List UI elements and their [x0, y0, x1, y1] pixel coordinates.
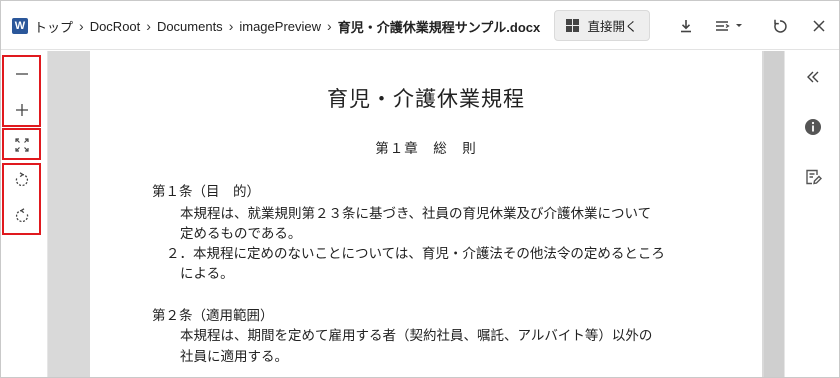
breadcrumb: トップ › DocRoot › Documents › imagePreview…: [34, 16, 540, 36]
menu-dropdown-icon[interactable]: [711, 14, 747, 38]
breadcrumb-separator-icon: ›: [79, 18, 84, 34]
document-line: 第１条（目 的）: [152, 184, 260, 200]
breadcrumb-item-documents[interactable]: Documents: [157, 19, 223, 34]
document-title: 育児・介護休業規程: [327, 87, 525, 111]
info-icon[interactable]: [802, 116, 824, 138]
document-page: 育児・介護休業規程 第１章 総 則 第１条（目 的） 本規程は、就業規則第２３条…: [90, 51, 762, 377]
document-line: 本規程は、就業規則第２３条に基づき、社員の育児休業及び介護休業について: [180, 206, 652, 222]
document-line: 本規程は、期間を定めて雇用する者（契約社員、嘱託、アルバイト等）以外の: [180, 328, 653, 344]
document-line: 第２条（適用範囲）: [152, 308, 274, 324]
top-bar: W トップ › DocRoot › Documents › imagePrevi…: [1, 1, 839, 50]
right-panel: [784, 51, 839, 377]
breadcrumb-item-imagepreview[interactable]: imagePreview: [239, 19, 321, 34]
breadcrumb-separator-icon: ›: [327, 18, 332, 34]
breadcrumb-separator-icon: ›: [146, 18, 151, 34]
windows-icon: [566, 19, 580, 32]
document-line: 定めるものである。: [180, 226, 302, 242]
document-line: ２．本規程に定めのないことについては、育児・介護法その他法令の定めるところ: [166, 246, 665, 262]
open-directly-label: 直接開く: [587, 19, 638, 34]
breadcrumb-separator-icon: ›: [228, 18, 234, 34]
document-chapter: 第１章 総 則: [375, 141, 477, 157]
document-line: 社員に適用する。: [180, 349, 288, 365]
fit-screen-icon[interactable]: [8, 131, 36, 159]
collapse-panel-icon[interactable]: [802, 66, 824, 88]
vertical-scrollbar[interactable]: [764, 51, 784, 377]
rotate-clockwise-icon[interactable]: [8, 166, 36, 194]
zoom-in-icon[interactable]: [8, 96, 36, 124]
close-icon[interactable]: [807, 14, 831, 38]
zoom-out-icon[interactable]: [8, 60, 36, 88]
refresh-icon[interactable]: [768, 14, 792, 38]
breadcrumb-item-top[interactable]: トップ: [34, 17, 73, 36]
breadcrumb-current-file: 育児・介護休業規程サンプル.docx: [337, 19, 541, 35]
word-file-icon: W: [12, 18, 28, 34]
edit-note-icon[interactable]: [802, 166, 824, 188]
open-directly-button[interactable]: 直接開く: [554, 10, 650, 41]
breadcrumb-item-docroot[interactable]: DocRoot: [90, 19, 141, 34]
document-viewer[interactable]: 育児・介護休業規程 第１章 総 則 第１条（目 的） 本規程は、就業規則第２３条…: [48, 51, 784, 377]
document-line: による。: [180, 266, 234, 282]
download-icon[interactable]: [674, 14, 698, 38]
rotate-counterclockwise-icon[interactable]: [8, 202, 36, 230]
